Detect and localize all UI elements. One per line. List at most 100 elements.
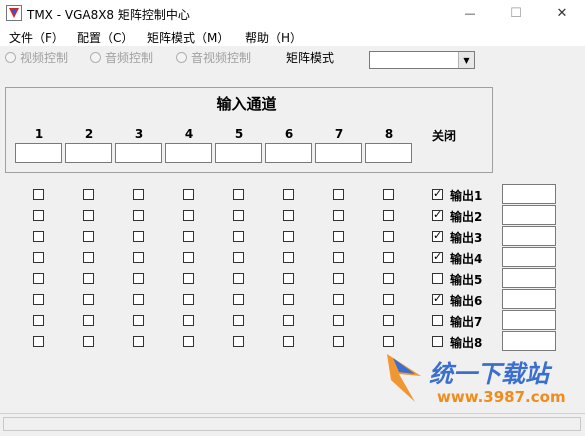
menu-config[interactable]: 配置（C） <box>77 29 133 46</box>
chevron-down-icon[interactable]: ▼ <box>458 52 474 68</box>
matrix-checkbox[interactable] <box>383 294 394 305</box>
close-window-button[interactable]: ✕ <box>539 0 585 27</box>
minimize-button[interactable]: — <box>447 0 493 27</box>
matrix-checkbox[interactable] <box>383 231 394 242</box>
matrix-checkbox[interactable] <box>133 210 144 221</box>
matrix-checkbox[interactable] <box>83 210 94 221</box>
output-field[interactable] <box>502 184 556 204</box>
input-channel-field[interactable] <box>115 143 162 163</box>
matrix-checkbox[interactable] <box>233 336 244 347</box>
matrix-checkbox[interactable] <box>283 273 294 284</box>
radio-video-control[interactable]: 视频控制 <box>5 49 68 66</box>
matrix-checkbox[interactable] <box>383 273 394 284</box>
matrix-checkbox[interactable] <box>33 294 44 305</box>
matrix-checkbox[interactable] <box>183 252 194 263</box>
menu-matrix-mode[interactable]: 矩阵模式（M） <box>147 29 229 46</box>
matrix-checkbox[interactable] <box>283 210 294 221</box>
matrix-checkbox[interactable] <box>133 294 144 305</box>
matrix-checkbox[interactable] <box>33 231 44 242</box>
matrix-checkbox[interactable] <box>33 315 44 326</box>
matrix-checkbox[interactable] <box>133 336 144 347</box>
matrix-checkbox[interactable] <box>83 294 94 305</box>
matrix-checkbox[interactable] <box>133 231 144 242</box>
matrix-checkbox[interactable] <box>133 252 144 263</box>
matrix-checkbox[interactable] <box>33 273 44 284</box>
matrix-checkbox[interactable] <box>383 336 394 347</box>
radio-av-control[interactable]: 音视频控制 <box>176 49 251 66</box>
output-checkbox[interactable] <box>432 250 443 264</box>
matrix-checkbox[interactable] <box>283 336 294 347</box>
output-checkbox[interactable] <box>432 315 443 326</box>
matrix-checkbox[interactable] <box>333 231 344 242</box>
matrix-checkbox[interactable] <box>283 189 294 200</box>
output-checkbox[interactable] <box>432 229 443 243</box>
output-field[interactable] <box>502 268 556 288</box>
output-field[interactable] <box>502 247 556 267</box>
matrix-checkbox[interactable] <box>183 210 194 221</box>
matrix-checkbox[interactable] <box>333 294 344 305</box>
matrix-checkbox[interactable] <box>283 231 294 242</box>
matrix-checkbox[interactable] <box>33 210 44 221</box>
input-channel-field[interactable] <box>15 143 62 163</box>
matrix-checkbox[interactable] <box>333 273 344 284</box>
matrix-checkbox[interactable] <box>283 315 294 326</box>
matrix-checkbox[interactable] <box>183 273 194 284</box>
maximize-button[interactable]: ☐ <box>493 0 539 27</box>
matrix-checkbox[interactable] <box>333 315 344 326</box>
matrix-checkbox[interactable] <box>183 231 194 242</box>
input-channel-field[interactable] <box>215 143 262 163</box>
output-field[interactable] <box>502 331 556 351</box>
matrix-checkbox[interactable] <box>233 315 244 326</box>
matrix-checkbox[interactable] <box>83 231 94 242</box>
matrix-checkbox[interactable] <box>233 273 244 284</box>
matrix-checkbox[interactable] <box>83 336 94 347</box>
matrix-checkbox[interactable] <box>83 189 94 200</box>
output-field[interactable] <box>502 226 556 246</box>
matrix-checkbox[interactable] <box>383 189 394 200</box>
output-checkbox[interactable] <box>432 273 443 284</box>
matrix-checkbox[interactable] <box>33 189 44 200</box>
matrix-checkbox[interactable] <box>333 189 344 200</box>
matrix-checkbox[interactable] <box>383 210 394 221</box>
matrix-checkbox[interactable] <box>333 252 344 263</box>
matrix-checkbox[interactable] <box>383 315 394 326</box>
matrix-checkbox[interactable] <box>233 294 244 305</box>
matrix-checkbox[interactable] <box>233 252 244 263</box>
matrix-checkbox[interactable] <box>283 252 294 263</box>
menu-file[interactable]: 文件（F） <box>9 29 64 46</box>
matrix-checkbox[interactable] <box>183 294 194 305</box>
matrix-checkbox[interactable] <box>283 294 294 305</box>
input-channel-field[interactable] <box>315 143 362 163</box>
matrix-checkbox[interactable] <box>83 273 94 284</box>
input-channel-field[interactable] <box>65 143 112 163</box>
output-checkbox[interactable] <box>432 292 443 306</box>
input-channel-field[interactable] <box>265 143 312 163</box>
matrix-checkbox[interactable] <box>233 210 244 221</box>
output-checkbox[interactable] <box>432 187 443 201</box>
matrix-checkbox[interactable] <box>133 273 144 284</box>
output-field[interactable] <box>502 205 556 225</box>
matrix-mode-select[interactable]: ▼ <box>369 51 475 69</box>
matrix-checkbox[interactable] <box>133 189 144 200</box>
matrix-checkbox[interactable] <box>83 252 94 263</box>
output-checkbox[interactable] <box>432 208 443 222</box>
matrix-checkbox[interactable] <box>133 315 144 326</box>
menu-help[interactable]: 帮助（H） <box>245 29 302 46</box>
matrix-checkbox[interactable] <box>83 315 94 326</box>
input-channel-field[interactable] <box>365 143 412 163</box>
matrix-checkbox[interactable] <box>183 315 194 326</box>
matrix-checkbox[interactable] <box>33 336 44 347</box>
input-channel-field[interactable] <box>165 143 212 163</box>
matrix-checkbox[interactable] <box>33 252 44 263</box>
matrix-checkbox[interactable] <box>333 336 344 347</box>
matrix-checkbox[interactable] <box>183 189 194 200</box>
output-field[interactable] <box>502 289 556 309</box>
matrix-checkbox[interactable] <box>383 252 394 263</box>
radio-audio-control[interactable]: 音频控制 <box>90 49 153 66</box>
output-field[interactable] <box>502 310 556 330</box>
matrix-checkbox[interactable] <box>333 210 344 221</box>
matrix-checkbox[interactable] <box>233 231 244 242</box>
matrix-checkbox[interactable] <box>233 189 244 200</box>
matrix-checkbox[interactable] <box>183 336 194 347</box>
output-checkbox[interactable] <box>432 336 443 347</box>
